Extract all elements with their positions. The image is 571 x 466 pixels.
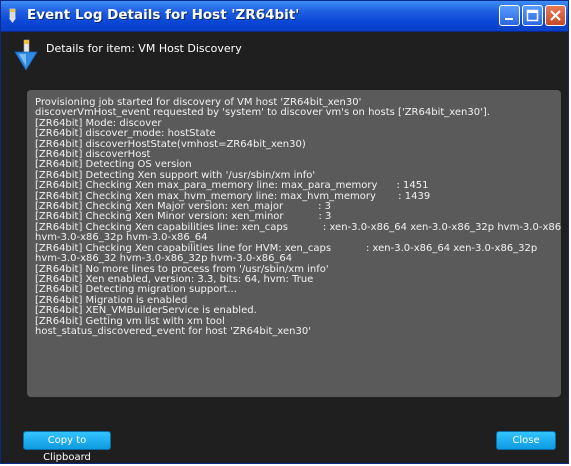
minimize-icon xyxy=(505,18,513,20)
window-title: Event Log Details for Host 'ZR64bit' xyxy=(27,7,300,23)
log-line: [ZR64bit] XEN_VMBuilderService is enable… xyxy=(35,305,257,317)
details-label: Details for item: VM Host Discovery xyxy=(46,42,242,55)
event-log-window: Event Log Details for Host 'ZR64bit' Det… xyxy=(0,0,569,464)
close-icon xyxy=(550,10,561,21)
maximize-icon xyxy=(526,9,539,22)
wizard-arrow-icon xyxy=(13,38,39,72)
close-window-button[interactable] xyxy=(545,5,566,26)
details-header: Details for item: VM Host Discovery xyxy=(1,32,568,82)
title-bar[interactable]: Event Log Details for Host 'ZR64bit' xyxy=(1,1,568,32)
copy-to-clipboard-button[interactable]: Copy to Clipboard xyxy=(23,431,111,463)
log-line: hvm-3.0-x86_32 hvm-3.0-x86_32p hvm-3.0-x… xyxy=(35,253,293,265)
log-line: host_status_discovered_event for host 'Z… xyxy=(35,325,311,337)
minimize-button[interactable] xyxy=(499,5,520,26)
maximize-button[interactable] xyxy=(522,5,543,26)
close-button[interactable]: Close xyxy=(496,431,556,450)
app-icon xyxy=(7,8,21,24)
log-text-area[interactable]: Provisioning job started for discovery o… xyxy=(27,90,561,397)
